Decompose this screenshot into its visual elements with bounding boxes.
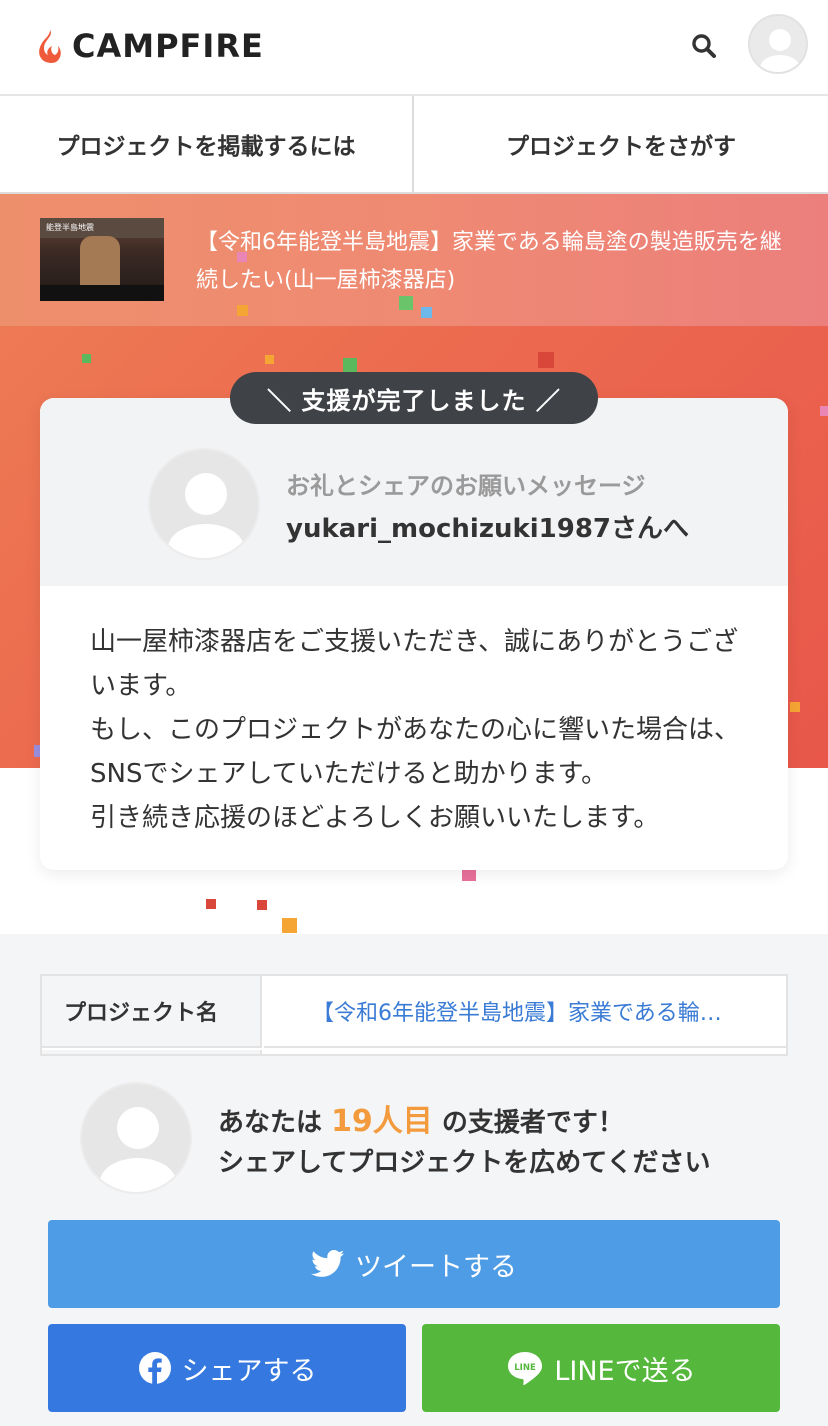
message-recipient: yukari_mochizuki1987さんへ [286,514,690,544]
twitter-bird-icon [311,1250,345,1277]
supporter-count: 19人目 [331,1104,433,1139]
user-avatar-icon [100,1107,176,1192]
facebook-icon [138,1352,171,1385]
confetti [282,918,297,933]
confetti [421,307,432,318]
message-line: もし、このプロジェクトがあなたの心に響いた場合は、SNSでシェアしていただけると… [90,715,741,789]
project-name-label: プロジェクト名 [42,976,262,1048]
user-avatar-icon [760,29,800,72]
confetti [257,900,267,910]
tweet-button[interactable]: ツイートする [48,1220,780,1308]
campfire-logo[interactable]: CAMPFIRE [36,24,264,68]
message-body: 山一屋柿漆器店をご支援いただき、誠にありがとうございます。 もし、このプロジェク… [90,620,750,840]
project-info-table: プロジェクト名 【令和6年能登半島地震】家業である輪… [40,974,788,1056]
confetti [462,870,476,881]
confetti [399,296,413,310]
confetti [343,358,357,372]
supporter-rank-text: あなたは 19人目 の支援者です！ [218,1104,624,1139]
main-nav: プロジェクトを掲載するには プロジェクトをさがす [0,96,828,194]
svg-text:LINE: LINE [515,1363,537,1373]
facebook-share-button[interactable]: シェアする [48,1324,406,1412]
confetti [820,406,828,416]
user-avatar[interactable] [748,14,808,74]
line-share-label: LINEで送る [554,1355,696,1387]
card-header: お礼とシェアのお願いメッセージ yukari_mochizuki1987さんへ [40,398,788,586]
project-title[interactable]: 【令和6年能登半島地震】家業である輪島塗の製造販売を継続したい(山一屋柿漆器店) [196,224,796,300]
project-thumbnail[interactable]: 能登半島地震 [40,218,164,301]
supporter-avatar [80,1082,192,1194]
user-avatar-icon [168,473,244,558]
facebook-share-label: シェアする [181,1355,317,1387]
confetti [538,352,554,368]
confetti [790,702,800,712]
confetti [265,355,274,364]
search-icon [692,34,716,58]
flame-logo-icon [39,30,61,63]
confetti [82,354,91,363]
thank-you-card: お礼とシェアのお願いメッセージ yukari_mochizuki1987さんへ … [40,398,788,870]
message-label: お礼とシェアのお願いメッセージ [286,472,646,500]
share-cta-text: シェアしてプロジェクトを広めてください [218,1148,711,1178]
nav-post-project[interactable]: プロジェクトを掲載するには [0,96,414,192]
line-icon: LINE [508,1352,543,1385]
confetti [237,252,247,262]
nav-find-project[interactable]: プロジェクトをさがす [414,96,828,192]
search-button[interactable] [684,26,724,66]
owner-avatar [148,448,260,560]
line-share-button[interactable]: LINE LINEで送る [422,1324,780,1412]
logo-text: CAMPFIRE [72,27,264,65]
project-name-link[interactable]: 【令和6年能登半島地震】家業である輪… [264,976,786,1048]
support-complete-badge: ＼ 支援が完了しました ／ [230,372,598,424]
tweet-label: ツイートする [355,1251,517,1283]
confetti [206,899,216,909]
header: CAMPFIRE [0,0,828,96]
message-line: 引き続き応援のほどよろしくお願いいたします。 [90,803,660,833]
message-line: 山一屋柿漆器店をご支援いただき、誠にありがとうございます。 [90,627,739,701]
confetti [237,305,248,316]
thumb-caption: 能登半島地震 [46,223,94,232]
